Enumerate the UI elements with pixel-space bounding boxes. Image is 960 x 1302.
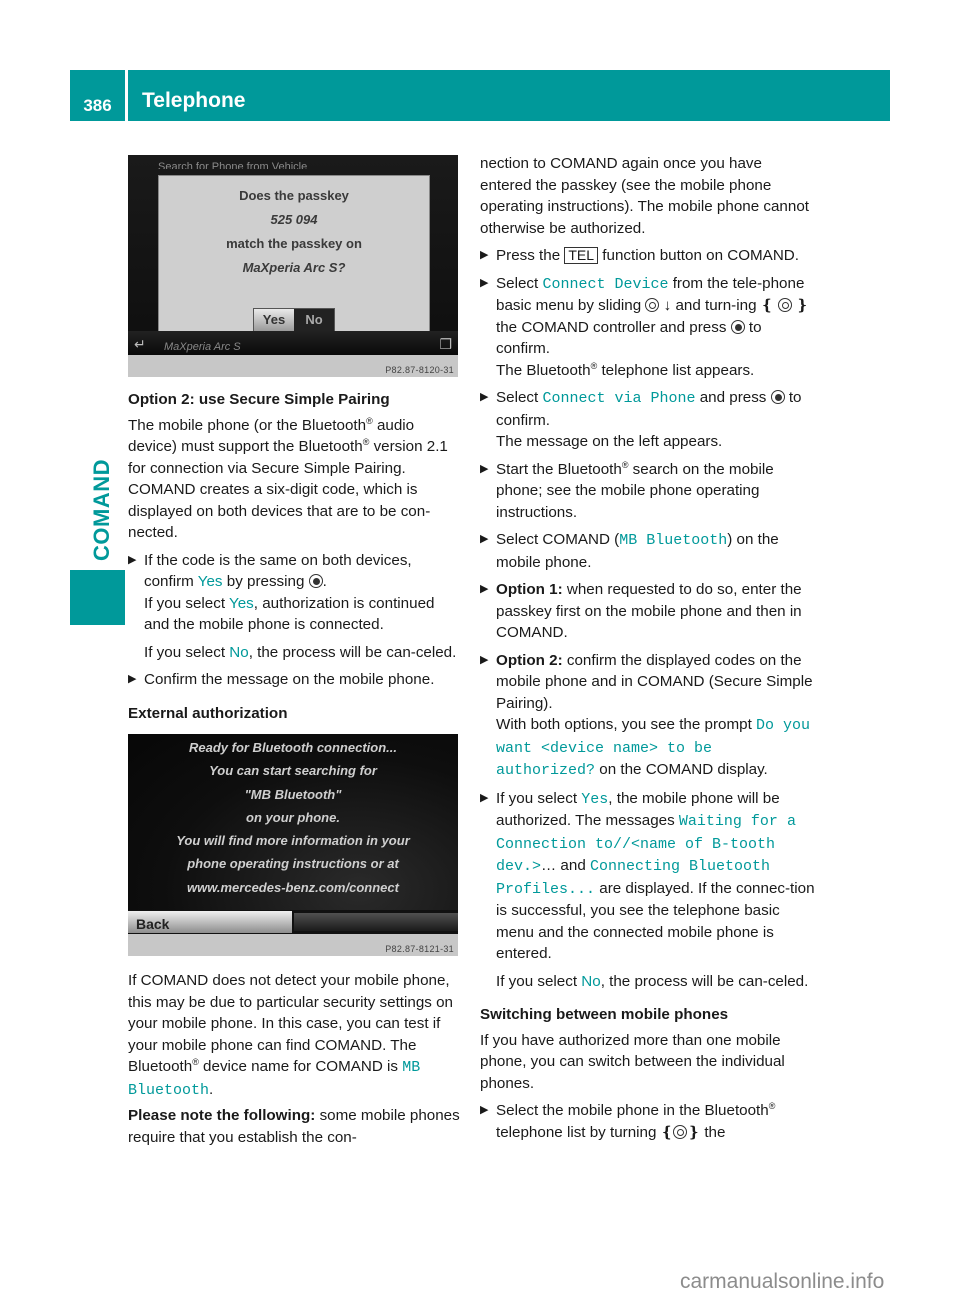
passkey-value: 525 094 bbox=[270, 212, 318, 227]
bullet-arrow-icon: ▶ bbox=[480, 276, 489, 289]
bullet-arrow-icon: ▶ bbox=[128, 553, 137, 566]
bullet-arrow-icon: ▶ bbox=[480, 462, 489, 475]
screen-title: Search for Phone from Vehicle bbox=[158, 161, 308, 169]
bullet-arrow-icon: ▶ bbox=[480, 1104, 489, 1116]
section-label: COMAND bbox=[89, 459, 114, 561]
display-text: Yes bbox=[197, 573, 223, 590]
display-text: Yes bbox=[581, 790, 609, 808]
instruction-step: ▶ Select COMAND (MB Bluetooth) on the mo… bbox=[480, 531, 779, 571]
bullet-arrow-icon: ▶ bbox=[480, 583, 489, 595]
controller-press-icon bbox=[730, 319, 745, 334]
back-button[interactable]: Back bbox=[128, 911, 292, 933]
paragraph: If you have authorized more than one mob… bbox=[480, 1031, 785, 1092]
instruction-step: ▶ If the code is the same on both device… bbox=[128, 551, 457, 661]
section-heading: External authorization bbox=[128, 704, 288, 722]
screenshot-bluetooth-ready: Ready for Bluetooth connection... You ca… bbox=[128, 734, 458, 956]
display-text: Yes bbox=[229, 594, 254, 612]
dialog-line: match the passkey on bbox=[226, 236, 362, 251]
controller-turn-icon bbox=[777, 298, 792, 312]
paragraph: The mobile phone (or the Bluetooth® audi… bbox=[128, 415, 448, 541]
display-text: Connect Device bbox=[542, 275, 669, 293]
left-column: Search for Phone from Vehicle Does the p… bbox=[128, 155, 464, 1152]
controller-slide-icon bbox=[645, 298, 660, 312]
screen-bottom-bar: ↵ MaXperia Arc S ❒ bbox=[128, 331, 458, 355]
instruction-step: ▶ Confirm the message on the mobile phon… bbox=[128, 669, 464, 691]
bullet-arrow-icon: ▶ bbox=[480, 653, 489, 666]
watermark: carmanualsonline.info bbox=[680, 1270, 885, 1293]
bullet-arrow-icon: ▶ bbox=[480, 249, 489, 261]
yes-button[interactable]: Yes bbox=[254, 309, 294, 331]
page-number: 386 bbox=[70, 70, 125, 121]
figure-code: P82.87-8120-31 bbox=[385, 365, 454, 375]
figure-code: P82.87-8121-31 bbox=[385, 944, 454, 954]
paragraph: If COMAND does not detect your mobile ph… bbox=[128, 972, 454, 1099]
controller-press-icon bbox=[770, 390, 785, 404]
bullet-arrow-icon: ▶ bbox=[480, 533, 489, 545]
instruction-step: ▶ Select Connect Device from the tele-ph… bbox=[480, 274, 809, 379]
bullet-arrow-icon: ▶ bbox=[480, 791, 489, 804]
paragraph: Please note the following: some mobile p… bbox=[128, 1107, 460, 1146]
device-name: MaXperia Arc S? bbox=[242, 260, 346, 275]
back-arrow-icon[interactable]: ↵ bbox=[134, 334, 146, 356]
display-text: MB Bluetooth bbox=[619, 532, 728, 549]
instruction-step: ▶ Press the TEL function button on COMAN… bbox=[480, 245, 816, 267]
dialog-line: Does the passkey bbox=[239, 188, 349, 203]
paragraph: nection to COMAND again once you have en… bbox=[480, 155, 809, 237]
passkey-dialog: Does the passkey 525 094 match the passk… bbox=[158, 175, 430, 343]
controller-turn-icon bbox=[673, 1124, 688, 1139]
instruction-step: ▶ Select the mobile phone in the Bluetoo… bbox=[480, 1100, 776, 1141]
page-title: Telephone bbox=[128, 70, 890, 121]
screen-bottom-bar: Back bbox=[128, 910, 458, 934]
instruction-step: ▶ Option 2: confirm the displayed codes … bbox=[480, 651, 813, 780]
dialog-buttons: Yes No bbox=[253, 308, 335, 332]
screen-message: Ready for Bluetooth connection... You ca… bbox=[176, 740, 410, 895]
section-heading: Switching between mobile phones bbox=[480, 1006, 729, 1023]
no-button[interactable]: No bbox=[294, 309, 334, 331]
tel-key-icon: TEL bbox=[564, 247, 599, 264]
instruction-step: ▶ Select Connect via Phone and press to … bbox=[480, 389, 802, 450]
bullet-arrow-icon: ▶ bbox=[480, 391, 489, 403]
menu-icon[interactable]: ❒ bbox=[439, 334, 452, 356]
instruction-step: ▶ If you select Yes, the mobile phone wi… bbox=[480, 789, 815, 990]
display-text: No bbox=[581, 972, 601, 990]
screenshot-passkey-dialog: Search for Phone from Vehicle Does the p… bbox=[128, 155, 458, 377]
controller-press-icon bbox=[308, 574, 323, 588]
display-text: No bbox=[229, 643, 249, 661]
instruction-step: ▶ Start the Bluetooth® search on the mob… bbox=[480, 459, 774, 521]
display-text: Connect via Phone bbox=[542, 390, 696, 407]
section-marker bbox=[70, 570, 125, 625]
section-heading: Option 2: use Secure Simple Pairing bbox=[128, 391, 390, 408]
right-column: nection to COMAND again once you have en… bbox=[480, 153, 816, 1147]
instruction-step: ▶ Option 1: when requested to do so, ent… bbox=[480, 581, 802, 641]
bullet-arrow-icon: ▶ bbox=[128, 673, 137, 685]
